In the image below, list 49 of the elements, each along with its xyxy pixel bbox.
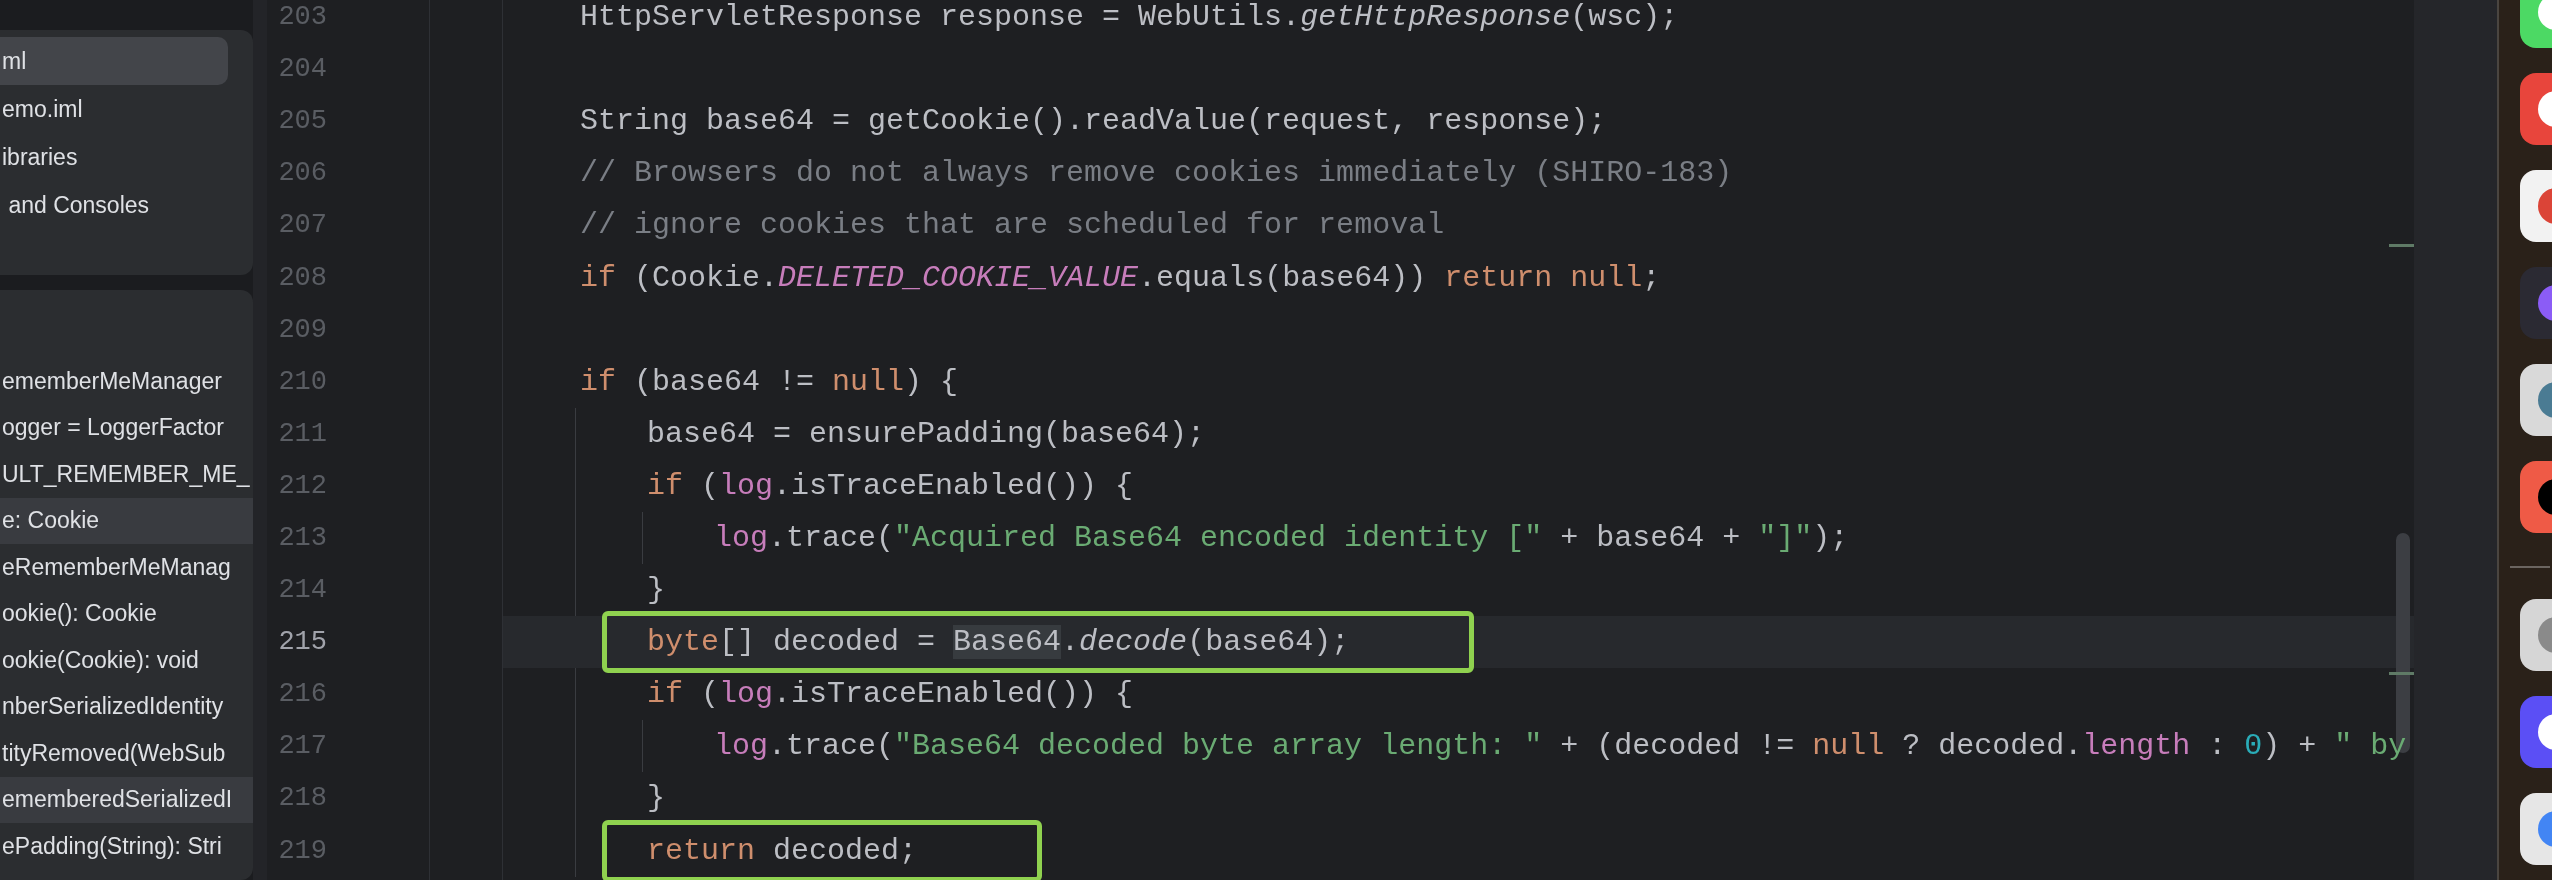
- project-tree-item[interactable]: ml: [0, 37, 228, 85]
- line-number: 218: [277, 782, 327, 816]
- code-line: // ignore cookies that are scheduled for removal: [580, 208, 1445, 243]
- line-number: 214: [277, 574, 327, 608]
- structure-item[interactable]: e: Cookie: [0, 497, 253, 544]
- line-number: 207: [277, 209, 327, 243]
- structure-item[interactable]: ememberedSerializedI: [0, 776, 253, 823]
- code-line: }: [647, 781, 665, 816]
- line-number: 210: [277, 365, 327, 399]
- code-line: return decoded;: [647, 833, 918, 868]
- code-line: // Browsers do not always remove cookies immediately (SHIRO-183): [580, 156, 1733, 191]
- line-number: 213: [277, 522, 327, 555]
- line-number: 216: [277, 678, 327, 712]
- code-line: if (base64 != null) {: [580, 364, 959, 399]
- line-number: 217: [277, 730, 327, 764]
- line-number: 211: [277, 417, 327, 451]
- line-number: 204: [277, 53, 327, 87]
- line-number: 208: [277, 261, 327, 295]
- code-line: String base64 = getCookie().readValue(request, response);: [580, 104, 1607, 139]
- line-number: 203: [277, 1, 327, 35]
- project-tree-item[interactable]: and Consoles: [0, 181, 228, 229]
- code-line: HttpServletResponse response = WebUtils.getHttpResponse(wsc);: [580, 0, 1679, 35]
- code-line: base64 = ensurePadding(base64);: [647, 416, 1206, 451]
- structure-item[interactable]: ULT_REMEMBER_ME_: [0, 451, 253, 498]
- structure-item[interactable]: ememberMeManager: [0, 358, 253, 405]
- structure-item[interactable]: ookie(Cookie): void: [0, 637, 253, 684]
- line-number: 206: [277, 157, 327, 191]
- code-line: byte[] decoded = Base64.decode(base64);: [647, 625, 1350, 660]
- code-line: if (log.isTraceEnabled()) {: [647, 468, 1134, 503]
- line-number: 212: [277, 469, 327, 503]
- code-line: if (Cookie.DELETED_COOKIE_VALUE.equals(base64)) return null;: [580, 260, 1661, 295]
- project-tree-item[interactable]: ibraries: [0, 133, 228, 181]
- line-number: 215: [277, 626, 327, 660]
- code-line: }: [647, 573, 665, 608]
- structure-item[interactable]: eRememberMeManag: [0, 544, 253, 591]
- code-line: log.trace("Acquired Base64 encoded identity [" + base64 + "]");: [714, 521, 1849, 555]
- code-line: log.trace("Base64 decoded byte array length: " + (decoded != null ? decoded.length : 0) + " by: [714, 729, 2407, 764]
- line-number: 209: [277, 313, 327, 347]
- error-stripe-mark: [2389, 672, 2414, 675]
- error-stripe-mark: [2389, 244, 2414, 247]
- structure-item[interactable]: nberSerializedIdentity: [0, 683, 253, 730]
- structure-item[interactable]: ePadding(String): Stri: [0, 823, 253, 870]
- structure-item[interactable]: ogger = LoggerFactor: [0, 404, 253, 451]
- line-number: 205: [277, 105, 327, 139]
- project-tree-item[interactable]: emo.iml: [0, 85, 228, 133]
- code-line: if (log.isTraceEnabled()) {: [647, 677, 1134, 712]
- structure-item[interactable]: ookie(): Cookie: [0, 590, 253, 637]
- line-number: 219: [277, 834, 327, 868]
- structure-item[interactable]: tityRemoved(WebSub: [0, 730, 253, 777]
